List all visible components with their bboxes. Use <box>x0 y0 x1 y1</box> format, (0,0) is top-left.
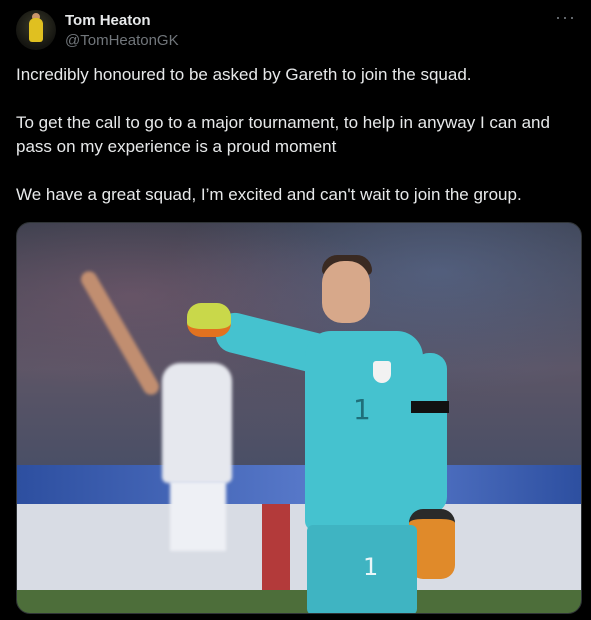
tweet-header: Tom Heaton @TomHeatonGK ··· <box>16 8 576 52</box>
goalkeeper-shirt <box>305 331 423 531</box>
england-crest-icon <box>373 361 391 383</box>
goalkeeper-head <box>322 261 370 323</box>
author-handle[interactable]: @TomHeatonGK <box>65 32 179 49</box>
goalkeeper-shorts <box>307 525 417 613</box>
avatar[interactable] <box>16 10 56 50</box>
more-options-icon[interactable]: ··· <box>555 8 576 26</box>
author-name[interactable]: Tom Heaton <box>65 12 151 29</box>
goalkeeper-right-arm <box>413 353 447 513</box>
tweet-paragraph-2: To get the call to go to a major tournam… <box>16 113 550 156</box>
photo-goalkeeper: 1 1 <box>187 253 487 613</box>
shorts-number: 1 <box>363 553 379 581</box>
avatar-figure <box>29 18 43 42</box>
tweet-card[interactable]: Tom Heaton @TomHeatonGK ··· Incredibly h… <box>0 0 591 620</box>
tweet-text: Incredibly honoured to be asked by Garet… <box>16 63 576 231</box>
tweet-paragraph-3: We have a great squad, I’m excited and c… <box>16 185 522 204</box>
shirt-number: 1 <box>353 393 371 426</box>
tweet-paragraph-1: Incredibly honoured to be asked by Garet… <box>16 65 472 84</box>
goalkeeper-left-glove <box>187 303 231 337</box>
captain-armband <box>411 401 449 413</box>
tweet-media-photo[interactable]: 1 1 <box>16 222 582 614</box>
